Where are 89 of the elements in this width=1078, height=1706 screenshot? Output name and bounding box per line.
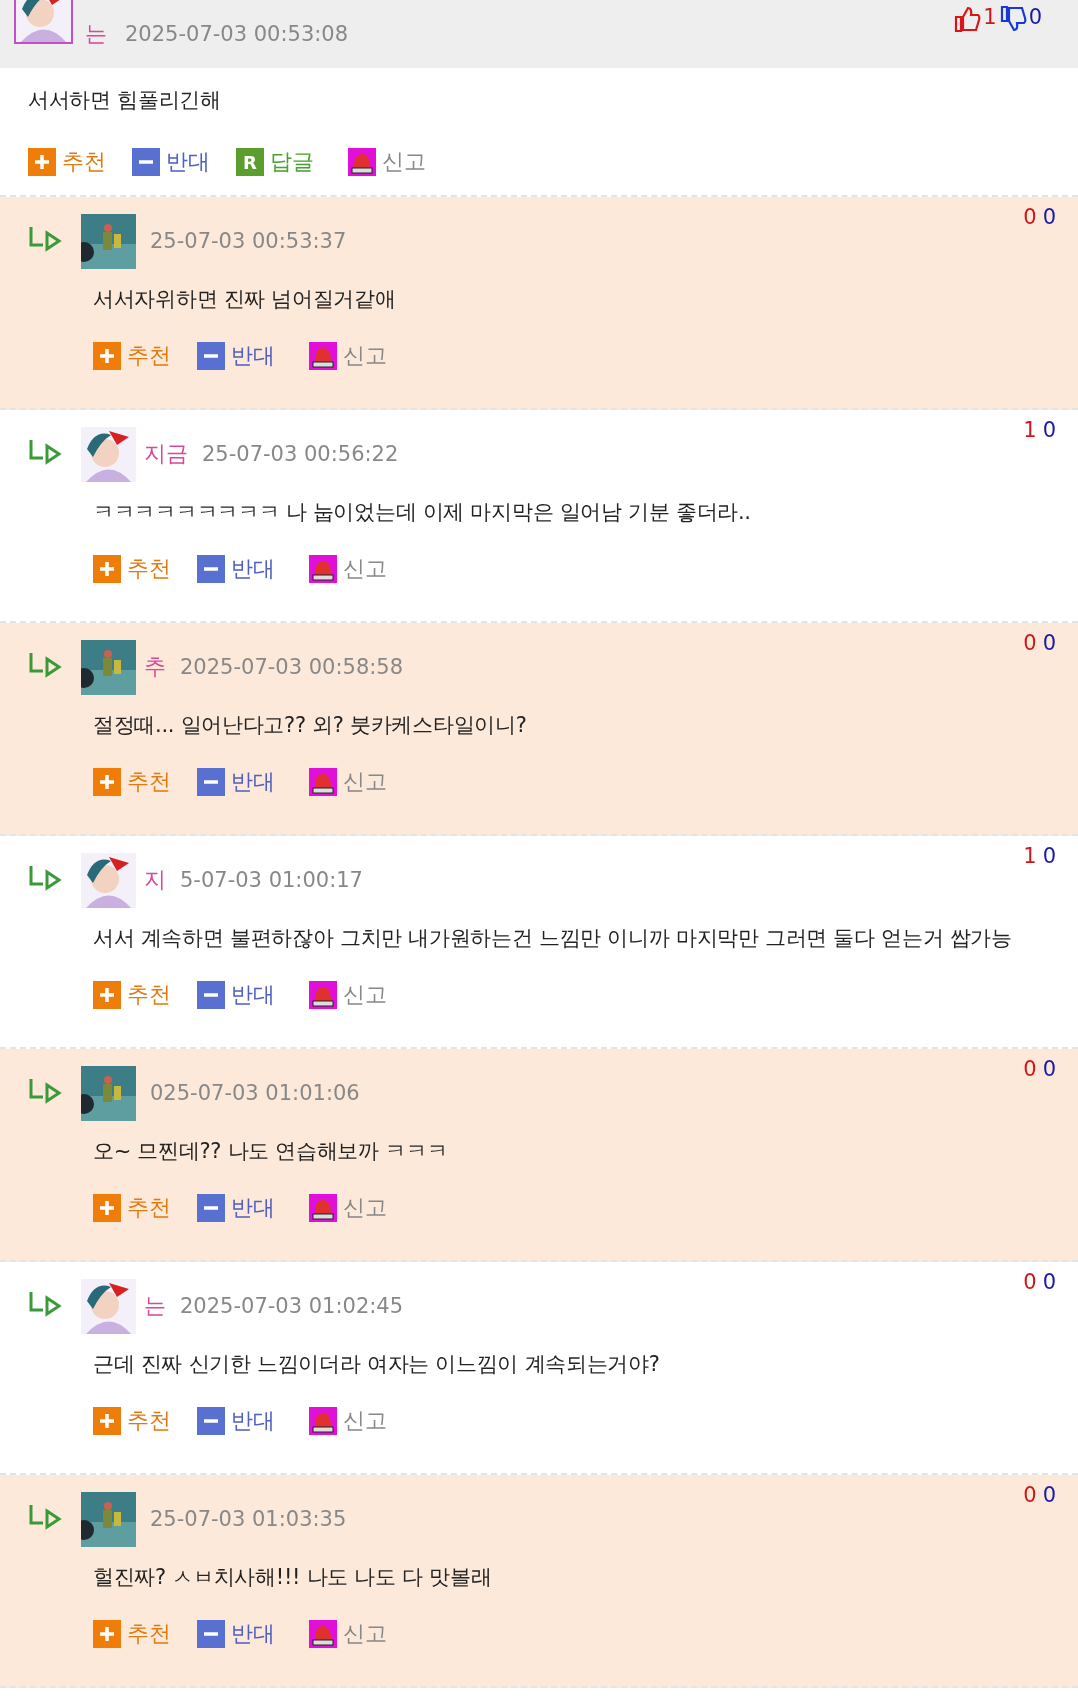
oppose-button[interactable]: 반대 — [197, 1193, 275, 1223]
comment-text: 헐진짜? ㅅㅂ치사해!!! 나도 나도 다 맛볼래 — [92, 1564, 493, 1591]
comment-text: ㅋㅋㅋㅋㅋㅋㅋㅋㅋ 나 눕이었는데 이제 마지막은 일어남 기분 좋더라.. — [92, 499, 752, 526]
minus-icon — [197, 981, 225, 1009]
like-count: 0 — [1023, 1057, 1037, 1081]
dislike-count: 0 — [1042, 1057, 1056, 1081]
plus-icon — [93, 981, 121, 1009]
siren-icon — [309, 768, 337, 796]
oppose-button[interactable]: 반대 — [197, 1406, 275, 1436]
oppose-button[interactable]: 반대 — [197, 980, 275, 1010]
oppose-button[interactable]: 반대 — [197, 341, 275, 371]
like-count: 0 — [1023, 205, 1037, 229]
timestamp: 2025-07-03 00:58:58 — [180, 655, 404, 679]
comment-text: 서서 계속하면 불편하잖아 그치만 내가원하는건 느낌만 이니까 마지막만 그러면 둘다 얻는거 쌉가능 — [92, 925, 1013, 952]
recommend-button[interactable]: 추천 — [93, 767, 171, 797]
plus-icon — [93, 342, 121, 370]
comment-text: 서서하면 힘풀리긴해 — [27, 87, 222, 114]
like-count: 1 — [983, 5, 997, 29]
siren-icon — [309, 981, 337, 1009]
thumbs-down-icon — [998, 5, 1027, 33]
timestamp: 25-07-03 00:53:37 — [150, 229, 347, 253]
dislike-count: 0 — [1042, 1483, 1056, 1507]
oppose-button[interactable]: 반대 — [197, 1619, 275, 1649]
recommend-button[interactable]: 추천 — [93, 1619, 171, 1649]
dislike-count: 0 — [1028, 5, 1042, 29]
report-button[interactable]: 신고 — [309, 767, 387, 797]
plus-icon — [93, 1407, 121, 1435]
reply-badge-icon: R — [236, 148, 264, 176]
timestamp: 2025-07-03 00:53:08 — [125, 22, 349, 46]
recommend-button[interactable]: 추천 — [93, 1406, 171, 1436]
timestamp: 5-07-03 01:00:17 — [180, 868, 363, 892]
minus-icon — [197, 555, 225, 583]
comment-text: 오~ 므찐데?? 나도 연습해보까 ㅋㅋㅋ — [92, 1138, 449, 1165]
minus-icon — [197, 768, 225, 796]
recommend-button[interactable]: 추천 — [93, 1193, 171, 1223]
oppose-button[interactable]: 반대 — [197, 554, 275, 584]
comment-text: 근데 진짜 신기한 느낌이더라 여자는 이느낌이 계속되는거야? — [92, 1351, 661, 1378]
dislike-count: 0 — [1042, 205, 1056, 229]
siren-icon — [309, 342, 337, 370]
timestamp: 025-07-03 01:01:06 — [150, 1081, 360, 1105]
report-button[interactable]: 신고 — [309, 341, 387, 371]
like-count: 1 — [1023, 844, 1037, 868]
recommend-button[interactable]: 추천 — [93, 980, 171, 1010]
dislike-count: 0 — [1042, 631, 1056, 655]
recommend-button[interactable]: 추천 — [93, 554, 171, 584]
author-name[interactable]: 는 — [144, 1291, 166, 1321]
dislike-count: 0 — [1042, 844, 1056, 868]
dislike-count: 0 — [1042, 418, 1056, 442]
siren-icon — [309, 1407, 337, 1435]
report-button[interactable]: 신고 — [309, 554, 387, 584]
minus-icon — [197, 1407, 225, 1435]
minus-icon — [197, 1620, 225, 1648]
like-count: 1 — [1023, 418, 1037, 442]
plus-icon — [93, 555, 121, 583]
siren-icon — [309, 555, 337, 583]
author-name[interactable]: 는 — [85, 19, 107, 49]
comment-text: 절정때... 일어난다고?? 외? 붓카케스타일이니? — [92, 712, 528, 739]
plus-icon — [28, 148, 56, 176]
timestamp: 2025-07-03 01:02:45 — [180, 1294, 404, 1318]
plus-icon — [93, 1620, 121, 1648]
plus-icon — [93, 1194, 121, 1222]
report-button[interactable]: 신고 — [309, 1406, 387, 1436]
siren-icon — [348, 148, 376, 176]
oppose-button[interactable]: 반대 — [197, 767, 275, 797]
recommend-button[interactable]: 추천 — [28, 147, 106, 177]
siren-icon — [309, 1194, 337, 1222]
oppose-button[interactable]: 반대 — [132, 147, 210, 177]
like-count: 0 — [1023, 1270, 1037, 1294]
recommend-button[interactable]: 추천 — [93, 341, 171, 371]
reply-button[interactable]: R 답글 — [236, 147, 314, 177]
author-name[interactable]: 지금 — [144, 439, 188, 469]
author-name[interactable]: 지 — [144, 865, 166, 895]
report-button[interactable]: 신고 — [348, 147, 426, 177]
dislike-count: 0 — [1042, 1270, 1056, 1294]
report-button[interactable]: 신고 — [309, 1193, 387, 1223]
like-count: 0 — [1023, 1483, 1037, 1507]
thumbs-up-icon — [953, 5, 982, 33]
minus-icon — [197, 342, 225, 370]
siren-icon — [309, 1620, 337, 1648]
report-button[interactable]: 신고 — [309, 980, 387, 1010]
timestamp: 25-07-03 01:03:35 — [150, 1507, 347, 1531]
plus-icon — [93, 768, 121, 796]
like-count: 0 — [1023, 631, 1037, 655]
comment-text: 서서자위하면 진짜 넘어질거같애 — [92, 286, 397, 313]
timestamp: 25-07-03 00:56:22 — [202, 442, 399, 466]
author-name[interactable]: 추 — [144, 652, 166, 682]
minus-icon — [197, 1194, 225, 1222]
minus-icon — [132, 148, 160, 176]
report-button[interactable]: 신고 — [309, 1619, 387, 1649]
